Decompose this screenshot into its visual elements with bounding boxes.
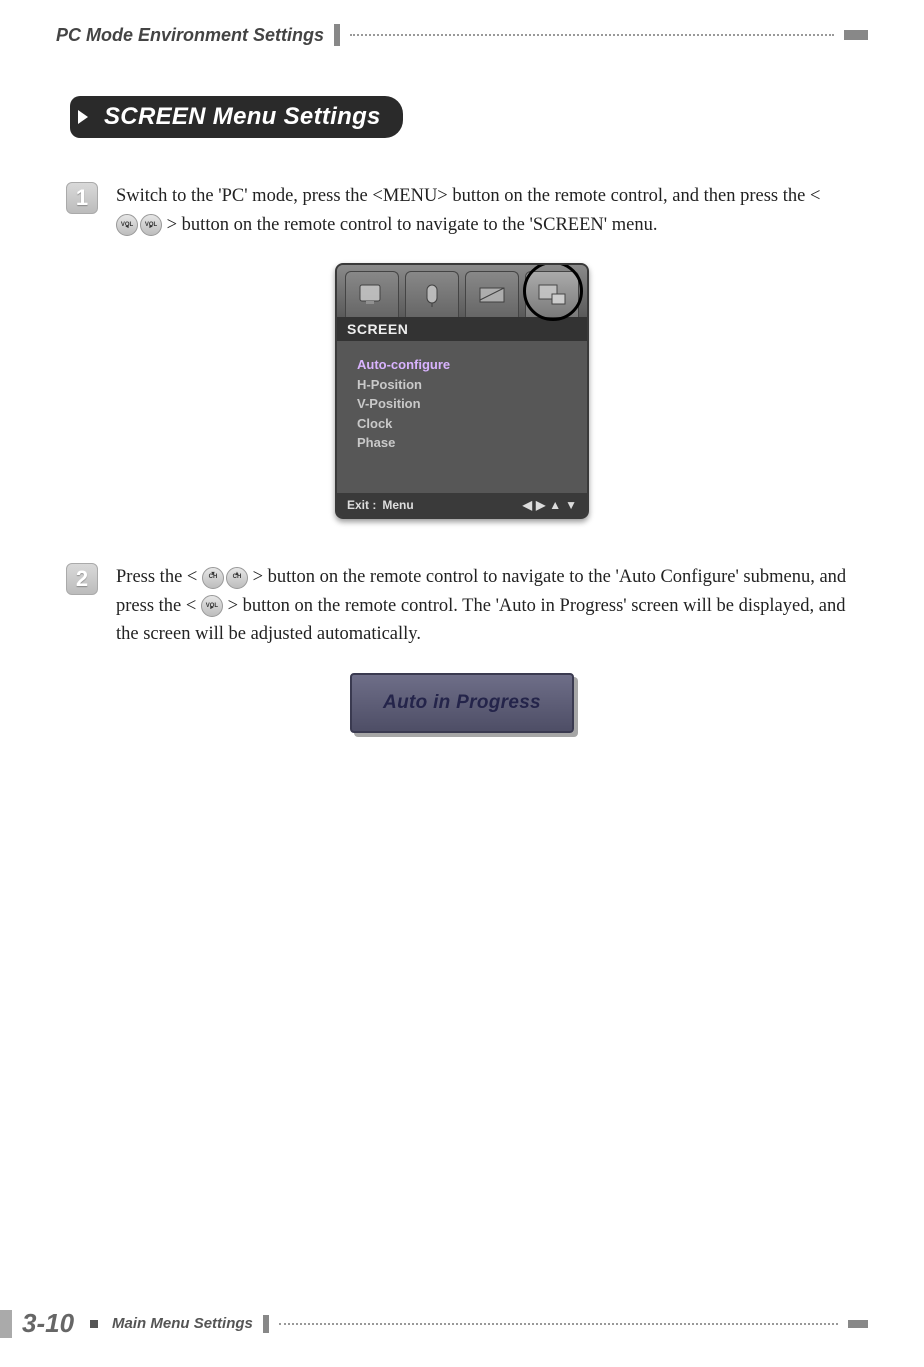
footer-accent-bar: [263, 1315, 269, 1333]
section-title-pill: SCREEN Menu Settings: [70, 96, 868, 138]
footer-tail-bar: [848, 1320, 868, 1328]
osd-item-v-position: V-Position: [357, 394, 571, 414]
osd-title: SCREEN: [337, 317, 587, 341]
osd-tab-picture-icon: [345, 271, 399, 317]
step-2-text: Press the < ▾CH ▴CH > button on the remo…: [116, 563, 868, 649]
vol-left-right-icons: VOL◂ VOL▸: [116, 214, 162, 236]
step-number-badge: 1: [66, 182, 98, 214]
osd-menu-label: Menu: [382, 498, 413, 512]
header-title: PC Mode Environment Settings: [56, 25, 324, 46]
footer-section-label: Main Menu Settings: [112, 1315, 253, 1332]
header-dotted-rule: [350, 34, 834, 36]
osd-item-auto-configure: Auto-configure: [357, 355, 571, 375]
osd-tab-pc-icon: [525, 271, 579, 317]
ch-down-icon: ▾CH: [202, 567, 224, 589]
osd-tabs: [337, 265, 587, 317]
auto-in-progress-screenshot: Auto in Progress: [350, 673, 574, 733]
osd-tab-sound-icon: [405, 271, 459, 317]
header-accent-bar: [334, 24, 340, 46]
step-number-badge: 2: [66, 563, 98, 595]
header-tail-bar: [844, 30, 868, 40]
auto-in-progress-label: Auto in Progress: [383, 692, 541, 714]
osd-item-h-position: H-Position: [357, 375, 571, 395]
page-number: 3-10: [22, 1308, 80, 1339]
vol-right-icon-inline: VOL▸: [201, 595, 223, 617]
section-title: SCREEN Menu Settings: [104, 103, 381, 131]
page-header: PC Mode Environment Settings: [56, 24, 868, 46]
vol-left-icon: VOL◂: [116, 214, 138, 236]
ch-up-down-icons: ▾CH ▴CH: [202, 567, 248, 589]
step-1-text: Switch to the 'PC' mode, press the <MENU…: [116, 182, 868, 239]
vol-right-icon: VOL▸: [140, 214, 162, 236]
step-1: 1 Switch to the 'PC' mode, press the <ME…: [66, 182, 868, 239]
osd-footer: Exit : Menu ◀▶▲▼: [337, 493, 587, 517]
osd-screenshot: SCREEN Auto-configure H-Position V-Posit…: [335, 263, 589, 519]
osd-exit-label: Exit :: [347, 498, 376, 512]
vol-right-icon: VOL▸: [201, 595, 223, 617]
osd-menu-list: Auto-configure H-Position V-Position Clo…: [337, 341, 587, 493]
step-2: 2 Press the < ▾CH ▴CH > button on the re…: [66, 563, 868, 649]
osd-tab-feature-icon: [465, 271, 519, 317]
page-footer: 3-10 Main Menu Settings: [0, 1308, 924, 1339]
osd-item-clock: Clock: [357, 414, 571, 434]
osd-item-phase: Phase: [357, 433, 571, 453]
ch-up-icon: ▴CH: [226, 567, 248, 589]
square-bullet-icon: [90, 1320, 98, 1328]
footer-dotted-rule: [279, 1323, 838, 1325]
triangle-right-icon: [70, 96, 96, 138]
footer-accent-block: [0, 1310, 12, 1338]
osd-arrow-icons: ◀▶▲▼: [523, 498, 577, 512]
